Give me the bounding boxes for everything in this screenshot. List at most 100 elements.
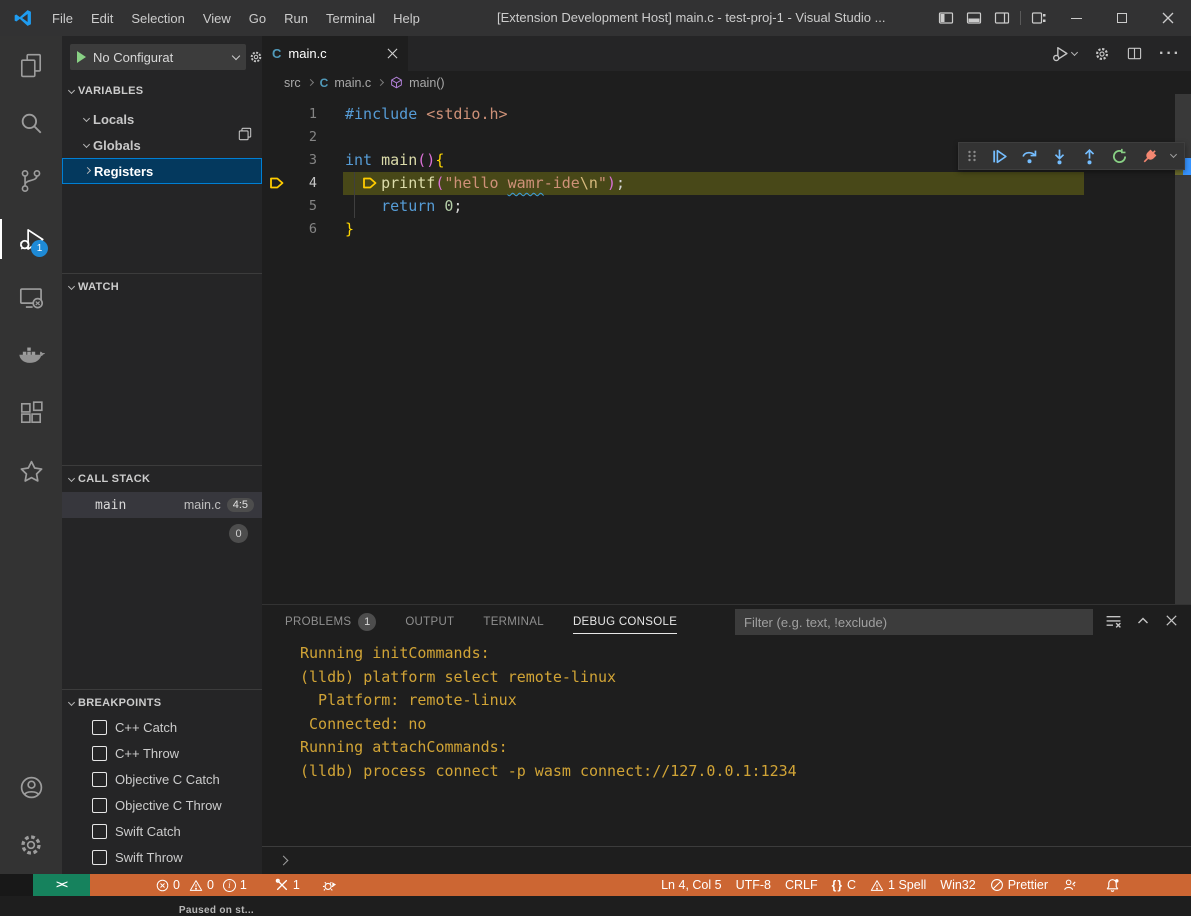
breakpoint-row[interactable]: Objective C Catch <box>62 766 262 792</box>
breadcrumb-folder[interactable]: src <box>284 76 301 90</box>
breakpoint-checkbox[interactable] <box>92 824 107 839</box>
clear-console-icon[interactable] <box>1105 613 1122 630</box>
eol-indicator[interactable]: CRLF <box>778 874 825 896</box>
debug-console-input[interactable] <box>262 846 1191 874</box>
platform-indicator[interactable]: Win32 <box>933 874 982 896</box>
cursor-position[interactable]: Ln 4, Col 5 <box>654 874 728 896</box>
variables-item-globals[interactable]: Globals <box>62 132 262 158</box>
close-button[interactable] <box>1145 0 1191 36</box>
console-line: (lldb) platform select remote-linux <box>300 666 1191 690</box>
step-over-button[interactable] <box>1021 148 1038 165</box>
variables-item-locals[interactable]: Locals <box>62 106 262 132</box>
menu-view[interactable]: View <box>194 0 240 36</box>
breakpoint-row[interactable]: Swift Catch <box>62 818 262 844</box>
tab-close-icon[interactable] <box>387 48 398 59</box>
breakpoint-checkbox[interactable] <box>92 720 107 735</box>
debug-status-item[interactable] <box>315 874 344 896</box>
call-stack-section-header[interactable]: CALL STACK Paused on st... <box>62 468 262 490</box>
breadcrumb-symbol[interactable]: main() <box>409 76 444 90</box>
line-number[interactable]: 4 <box>290 172 317 195</box>
manage-gear-icon[interactable] <box>0 816 62 874</box>
breakpoint-checkbox[interactable] <box>92 746 107 761</box>
breakpoint-checkbox[interactable] <box>92 850 107 865</box>
toolchain-status-item[interactable]: 1 <box>268 874 307 896</box>
line-number[interactable]: 5 <box>290 195 317 218</box>
menu-edit[interactable]: Edit <box>82 0 122 36</box>
close-panel-icon[interactable] <box>1164 613 1179 630</box>
call-stack-frame-row[interactable]: main main.c 4:5 <box>62 492 262 518</box>
maximize-panel-icon[interactable] <box>1135 613 1151 630</box>
toggle-panel-icon[interactable] <box>960 0 988 36</box>
panel-tab-terminal[interactable]: TERMINAL <box>483 605 544 639</box>
breakpoint-row[interactable]: Objective C Throw <box>62 792 262 818</box>
language-mode[interactable]: {} C <box>825 874 863 896</box>
tab-main-c[interactable]: C main.c <box>262 36 408 71</box>
problems-status-item[interactable]: 0 0 i 1 <box>149 874 254 896</box>
breakpoint-checkbox[interactable] <box>92 772 107 787</box>
code-editor[interactable]: 1#include <stdio.h>23int main(){4 printf… <box>262 94 1191 604</box>
line-number[interactable]: 6 <box>290 218 317 241</box>
feedback-icon[interactable] <box>1055 874 1084 896</box>
run-or-debug-button[interactable] <box>1052 45 1077 62</box>
menu-help[interactable]: Help <box>384 0 429 36</box>
variables-section-header[interactable]: VARIABLES <box>62 80 262 102</box>
debug-settings-gear-icon[interactable] <box>249 50 263 64</box>
restart-button[interactable] <box>1111 148 1128 165</box>
notifications-bell-icon[interactable] <box>1098 874 1127 896</box>
start-debug-icon[interactable] <box>77 51 86 63</box>
minimize-button[interactable] <box>1053 0 1099 36</box>
breakpoint-checkbox[interactable] <box>92 798 107 813</box>
breakpoint-row[interactable]: C++ Catch <box>62 714 262 740</box>
breakpoints-section-header[interactable]: BREAKPOINTS <box>62 692 262 714</box>
continue-button[interactable] <box>991 148 1008 165</box>
panel-tab-debug-console[interactable]: DEBUG CONSOLE <box>573 605 677 639</box>
line-number[interactable]: 1 <box>290 103 317 126</box>
code-line-5[interactable]: 5 return 0; <box>262 195 1175 218</box>
instruction-pointer-gutter-icon[interactable] <box>269 175 285 191</box>
docker-icon[interactable] <box>0 326 62 384</box>
debug-config-dropdown[interactable]: No Configurat <box>70 44 246 70</box>
panel-tab-output[interactable]: OUTPUT <box>405 605 454 639</box>
toggle-secondary-sidebar-icon[interactable] <box>988 0 1016 36</box>
explorer-icon[interactable] <box>0 36 62 94</box>
step-into-button[interactable] <box>1051 148 1068 165</box>
toggle-sidebar-icon[interactable] <box>932 0 960 36</box>
menu-terminal[interactable]: Terminal <box>317 0 384 36</box>
spell-checker-status[interactable]: 1 Spell <box>863 874 933 896</box>
split-editor-icon[interactable] <box>1127 46 1142 61</box>
breadcrumb-file[interactable]: main.c <box>334 76 371 90</box>
debug-console-filter-input[interactable] <box>735 609 1093 635</box>
breakpoint-row[interactable]: Swift Throw <box>62 844 262 870</box>
remote-explorer-icon[interactable] <box>0 268 62 326</box>
line-number[interactable]: 2 <box>290 126 317 149</box>
source-control-icon[interactable] <box>0 152 62 210</box>
code-line-4[interactable]: 4 printf("hello wamr-ide\n"); <box>262 172 1175 195</box>
encoding-indicator[interactable]: UTF-8 <box>729 874 778 896</box>
customize-layout-icon[interactable] <box>1025 0 1053 36</box>
editor-settings-gear-icon[interactable] <box>1094 46 1110 62</box>
variables-item-registers[interactable]: Registers <box>62 158 262 184</box>
code-line-1[interactable]: 1#include <stdio.h> <box>262 103 1175 126</box>
maximize-button[interactable] <box>1099 0 1145 36</box>
line-number[interactable]: 3 <box>290 149 317 172</box>
disconnect-button[interactable] <box>1141 148 1158 165</box>
step-out-button[interactable] <box>1081 148 1098 165</box>
more-actions-icon[interactable]: ··· <box>1159 45 1181 63</box>
menu-go[interactable]: Go <box>240 0 275 36</box>
breakpoint-row[interactable]: C++ Throw <box>62 740 262 766</box>
remote-indicator[interactable]: >< <box>33 874 90 896</box>
search-icon[interactable] <box>0 94 62 152</box>
formatter-status[interactable]: Prettier <box>983 874 1055 896</box>
watch-section-header[interactable]: WATCH <box>62 276 262 298</box>
panel-tab-problems[interactable]: PROBLEMS1 <box>285 605 376 639</box>
accounts-icon[interactable] <box>0 758 62 816</box>
toolbar-drag-handle[interactable] <box>966 148 978 164</box>
chevron-down-icon[interactable] <box>1170 151 1177 158</box>
menu-selection[interactable]: Selection <box>122 0 193 36</box>
menu-run[interactable]: Run <box>275 0 317 36</box>
menu-file[interactable]: File <box>43 0 82 36</box>
extensions-icon[interactable] <box>0 384 62 442</box>
run-and-debug-icon[interactable]: 1 <box>0 210 62 268</box>
star-icon[interactable] <box>0 442 62 500</box>
code-line-6[interactable]: 6} <box>262 218 1175 241</box>
